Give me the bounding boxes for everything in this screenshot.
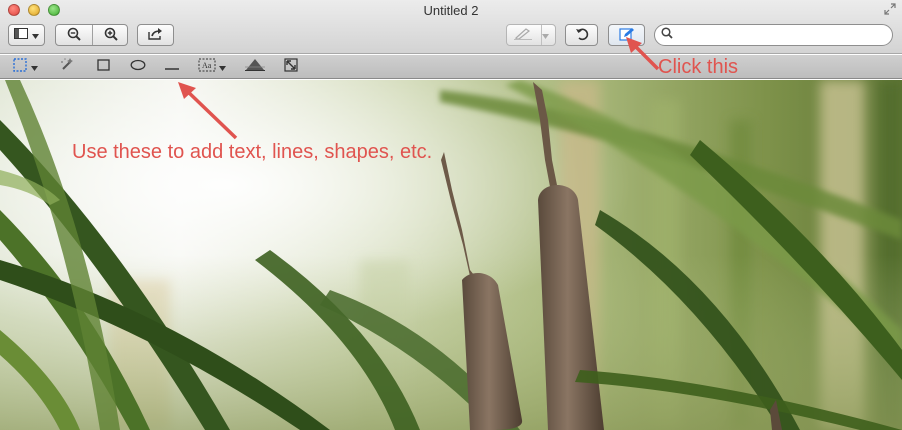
zoom-out-icon: [67, 27, 81, 44]
fullscreen-icon[interactable]: [884, 3, 896, 18]
chevron-down-icon: [32, 28, 39, 42]
rotate-button[interactable]: [565, 24, 598, 46]
annotation-arrow-icon: [178, 82, 238, 140]
signature-button[interactable]: [506, 24, 556, 46]
adjust-color-icon: [245, 58, 265, 77]
pen-icon: [513, 27, 532, 43]
rotate-icon: [575, 27, 589, 44]
image-canvas[interactable]: Use these to add text, lines, shapes, et…: [0, 80, 902, 430]
title-bar: Untitled 2: [0, 0, 902, 54]
markup-toolbar: Aa: [0, 55, 902, 79]
share-button[interactable]: [137, 24, 174, 46]
chevron-down-icon: [541, 28, 549, 42]
sidebar-view-icon: [14, 28, 28, 42]
rectangular-selection-icon: [12, 57, 27, 77]
preview-window: Untitled 2 Aa Use these to add text, lin…: [0, 0, 902, 430]
instant-alpha-icon: [59, 57, 75, 78]
adjust-color-button[interactable]: [244, 58, 266, 77]
zoom-segmented-control: [55, 24, 128, 46]
adjust-size-button[interactable]: [283, 57, 299, 77]
cattail-photo: [0, 80, 902, 430]
zoom-out-button[interactable]: [56, 25, 92, 45]
view-menu-button[interactable]: [8, 24, 45, 46]
search-input[interactable]: [677, 28, 892, 42]
rectangle-shape-icon: [96, 58, 110, 76]
share-icon: [147, 27, 164, 43]
annotation-arrow-icon: [626, 37, 660, 71]
text-icon: Aa: [198, 58, 216, 77]
oval-tool-button[interactable]: [129, 59, 147, 75]
rectangle-tool-button[interactable]: [95, 59, 111, 75]
zoom-in-icon: [104, 27, 118, 44]
segment-divider: [541, 25, 542, 45]
tools-annotation-text: Use these to add text, lines, shapes, et…: [72, 141, 433, 163]
instant-alpha-button[interactable]: [58, 57, 76, 78]
oval-shape-icon: [130, 58, 146, 76]
search-field[interactable]: [654, 24, 893, 46]
chevron-down-icon: [30, 58, 38, 76]
selection-tool-button[interactable]: [9, 57, 41, 77]
svg-text:Aa: Aa: [202, 61, 212, 70]
click-annotation-text: Click this: [658, 56, 739, 78]
line-icon: [164, 58, 180, 76]
text-tool-button[interactable]: Aa: [196, 58, 228, 77]
line-tool-button[interactable]: [163, 59, 181, 75]
adjust-size-icon: [284, 57, 298, 77]
chevron-down-icon: [219, 58, 226, 76]
window-title: Untitled 2: [423, 3, 479, 18]
zoom-in-button[interactable]: [93, 25, 129, 45]
